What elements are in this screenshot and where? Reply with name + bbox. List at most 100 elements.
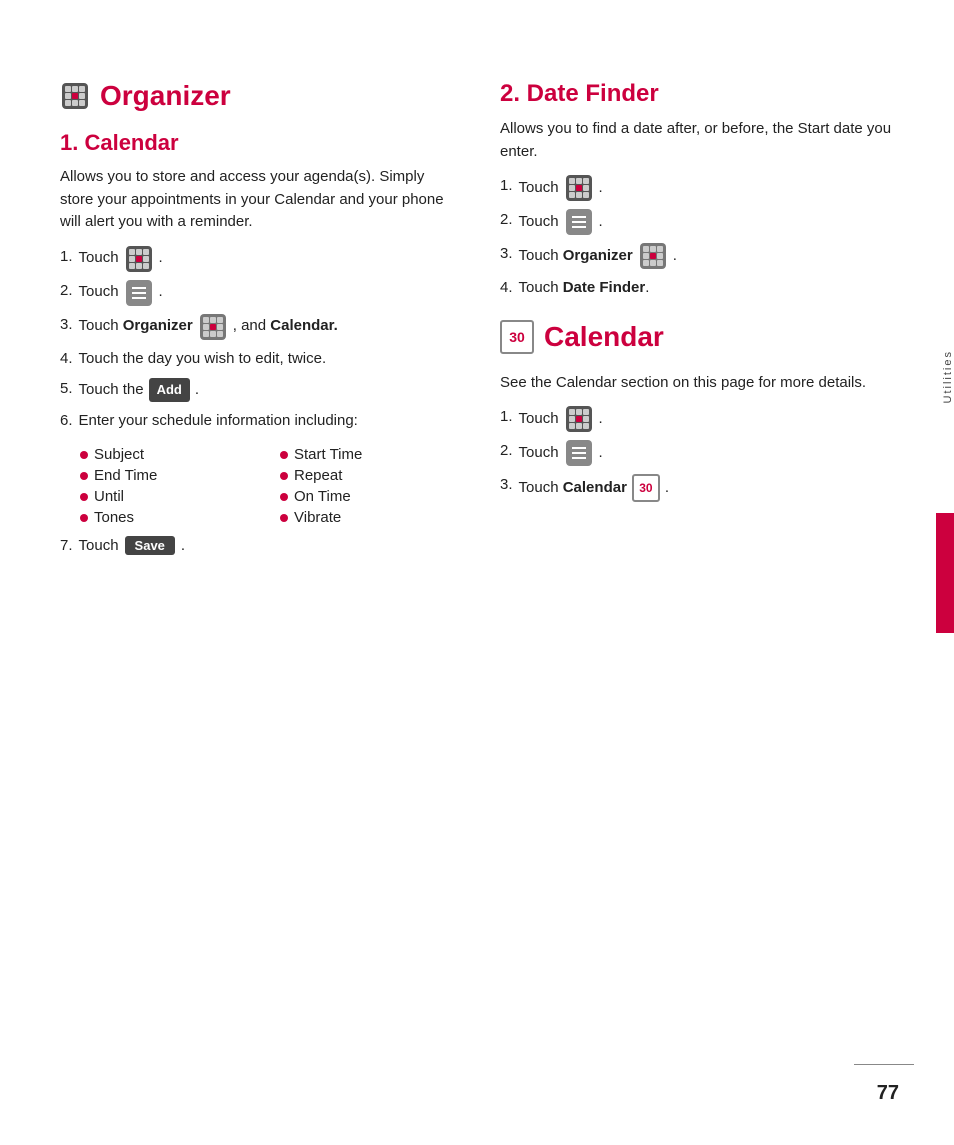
calendar-right-steps-list: 1. Touch . 2. Touch bbox=[500, 406, 900, 502]
bullet-dot bbox=[280, 493, 288, 501]
df-step-4-text: Touch Date Finder. bbox=[519, 277, 650, 300]
cal-step-1-text: Touch bbox=[519, 408, 559, 431]
page-number: 77 bbox=[877, 1082, 899, 1105]
step-3-content: Touch Organizer , and Calendar. bbox=[79, 314, 460, 340]
step-2-text: Touch bbox=[79, 281, 119, 304]
step-6-num: 6. bbox=[60, 410, 73, 433]
bullet-subject: Subject bbox=[80, 446, 260, 463]
bullet-repeat: Repeat bbox=[280, 467, 460, 484]
cal-step-3-cal-icon: 30 bbox=[632, 474, 660, 502]
calendar-section-title: 1. Calendar bbox=[60, 130, 460, 156]
step-1: 1. Touch . bbox=[60, 246, 460, 272]
bullet-dot bbox=[280, 472, 288, 480]
step-3-text: Touch Organizer bbox=[79, 315, 193, 338]
bullet-end-time-label: End Time bbox=[94, 467, 157, 484]
step-4-num: 4. bbox=[60, 348, 73, 371]
step-2: 2. Touch . bbox=[60, 280, 460, 306]
step-1-num: 1. bbox=[60, 246, 73, 269]
df-step-1-num: 1. bbox=[500, 175, 513, 198]
df-step-3-content: Touch Organizer . bbox=[519, 243, 900, 269]
bullet-until-label: Until bbox=[94, 488, 124, 505]
bullet-on-time-label: On Time bbox=[294, 488, 351, 505]
step-4-content: Touch the day you wish to edit, twice. bbox=[79, 348, 460, 371]
calendar-icon-title-row: 30 Calendar bbox=[500, 320, 900, 354]
bullet-dot bbox=[80, 514, 88, 522]
cal-step-2-content: Touch . bbox=[519, 440, 900, 466]
bullet-dot bbox=[80, 472, 88, 480]
step-2-period: . bbox=[159, 281, 163, 304]
organizer-title: Organizer bbox=[100, 80, 231, 112]
organizer-title-row: Organizer bbox=[60, 80, 460, 112]
date-finder-steps-list: 1. Touch . 2. Touch bbox=[500, 175, 900, 300]
step-5-period: . bbox=[195, 379, 199, 402]
step-2-num: 2. bbox=[60, 280, 73, 303]
df-step-3-num: 3. bbox=[500, 243, 513, 266]
step-3-organizer-icon bbox=[200, 314, 226, 340]
bullet-start-time-label: Start Time bbox=[294, 446, 362, 463]
step-5: 5. Touch the Add . bbox=[60, 378, 460, 402]
bullet-dot bbox=[80, 493, 88, 501]
step-6-text: Enter your schedule information includin… bbox=[79, 410, 358, 433]
df-step-1: 1. Touch . bbox=[500, 175, 900, 201]
cal-step-1-apps-icon bbox=[566, 406, 592, 432]
step-4-text: Touch the day you wish to edit, twice. bbox=[79, 348, 327, 371]
date-finder-title: 2. Date Finder bbox=[500, 80, 900, 108]
df-step-2: 2. Touch . bbox=[500, 209, 900, 235]
df-step-3: 3. Touch Organizer . bbox=[500, 243, 900, 269]
calendar-steps-list: 1. Touch . 2. Touch bbox=[60, 246, 460, 433]
bullet-on-time: On Time bbox=[280, 488, 460, 505]
bullet-dot bbox=[80, 451, 88, 459]
bullet-start-time: Start Time bbox=[280, 446, 460, 463]
cal-step-2: 2. Touch . bbox=[500, 440, 900, 466]
df-step-1-apps-icon bbox=[566, 175, 592, 201]
calendar-icon-title: Calendar bbox=[544, 321, 664, 353]
step-1-apps-icon bbox=[126, 246, 152, 272]
page-container: Organizer 1. Calendar Allows you to stor… bbox=[0, 0, 954, 1145]
step-7-num: 7. bbox=[60, 537, 73, 554]
calendar-description: Allows you to store and access your agen… bbox=[60, 166, 460, 234]
bullet-repeat-label: Repeat bbox=[294, 467, 342, 484]
left-column: Organizer 1. Calendar Allows you to stor… bbox=[60, 80, 460, 1085]
step-6-content: Enter your schedule information includin… bbox=[79, 410, 460, 433]
step-4: 4. Touch the day you wish to edit, twice… bbox=[60, 348, 460, 371]
bullet-dot bbox=[280, 451, 288, 459]
cal-step-1-content: Touch . bbox=[519, 406, 900, 432]
schedule-bullets: Subject Start Time End Time Repeat Until… bbox=[80, 446, 460, 526]
df-step-2-num: 2. bbox=[500, 209, 513, 232]
utilities-label: Utilities bbox=[937, 350, 954, 403]
df-step-1-content: Touch . bbox=[519, 175, 900, 201]
bullet-dot bbox=[280, 514, 288, 522]
df-step-1-period: . bbox=[599, 177, 603, 200]
cal-step-3-text: Touch Calendar bbox=[519, 477, 627, 500]
right-column: 2. Date Finder Allows you to find a date… bbox=[500, 80, 900, 1085]
bullet-tones: Tones bbox=[80, 509, 260, 526]
df-step-3-period: . bbox=[673, 245, 677, 268]
df-step-2-text: Touch bbox=[519, 211, 559, 234]
cal-step-3-period: . bbox=[665, 477, 669, 500]
cal-step-2-menu-icon bbox=[566, 440, 592, 466]
organizer-main-icon bbox=[62, 83, 88, 109]
df-step-4-num: 4. bbox=[500, 277, 513, 300]
bullet-subject-label: Subject bbox=[94, 446, 144, 463]
step-7-period: . bbox=[181, 537, 185, 554]
cal-step-1-period: . bbox=[599, 408, 603, 431]
cal-step-1: 1. Touch . bbox=[500, 406, 900, 432]
df-step-4: 4. Touch Date Finder. bbox=[500, 277, 900, 300]
bullet-vibrate: Vibrate bbox=[280, 509, 460, 526]
page-divider bbox=[854, 1064, 914, 1065]
cal-step-3-content: Touch Calendar 30 . bbox=[519, 474, 900, 502]
bullet-tones-label: Tones bbox=[94, 509, 134, 526]
step-2-menu-icon bbox=[126, 280, 152, 306]
step-5-num: 5. bbox=[60, 378, 73, 401]
save-button-label: Save bbox=[125, 536, 175, 555]
step-7: 7. Touch Save . bbox=[60, 536, 460, 555]
add-button-label: Add bbox=[149, 378, 190, 402]
cal-step-1-num: 1. bbox=[500, 406, 513, 429]
df-step-2-period: . bbox=[599, 211, 603, 234]
df-step-1-text: Touch bbox=[519, 177, 559, 200]
df-step-2-menu-icon bbox=[566, 209, 592, 235]
bullet-end-time: End Time bbox=[80, 467, 260, 484]
date-finder-description: Allows you to find a date after, or befo… bbox=[500, 118, 900, 163]
df-step-3-organizer-icon bbox=[640, 243, 666, 269]
step-7-text: Touch bbox=[79, 537, 119, 554]
